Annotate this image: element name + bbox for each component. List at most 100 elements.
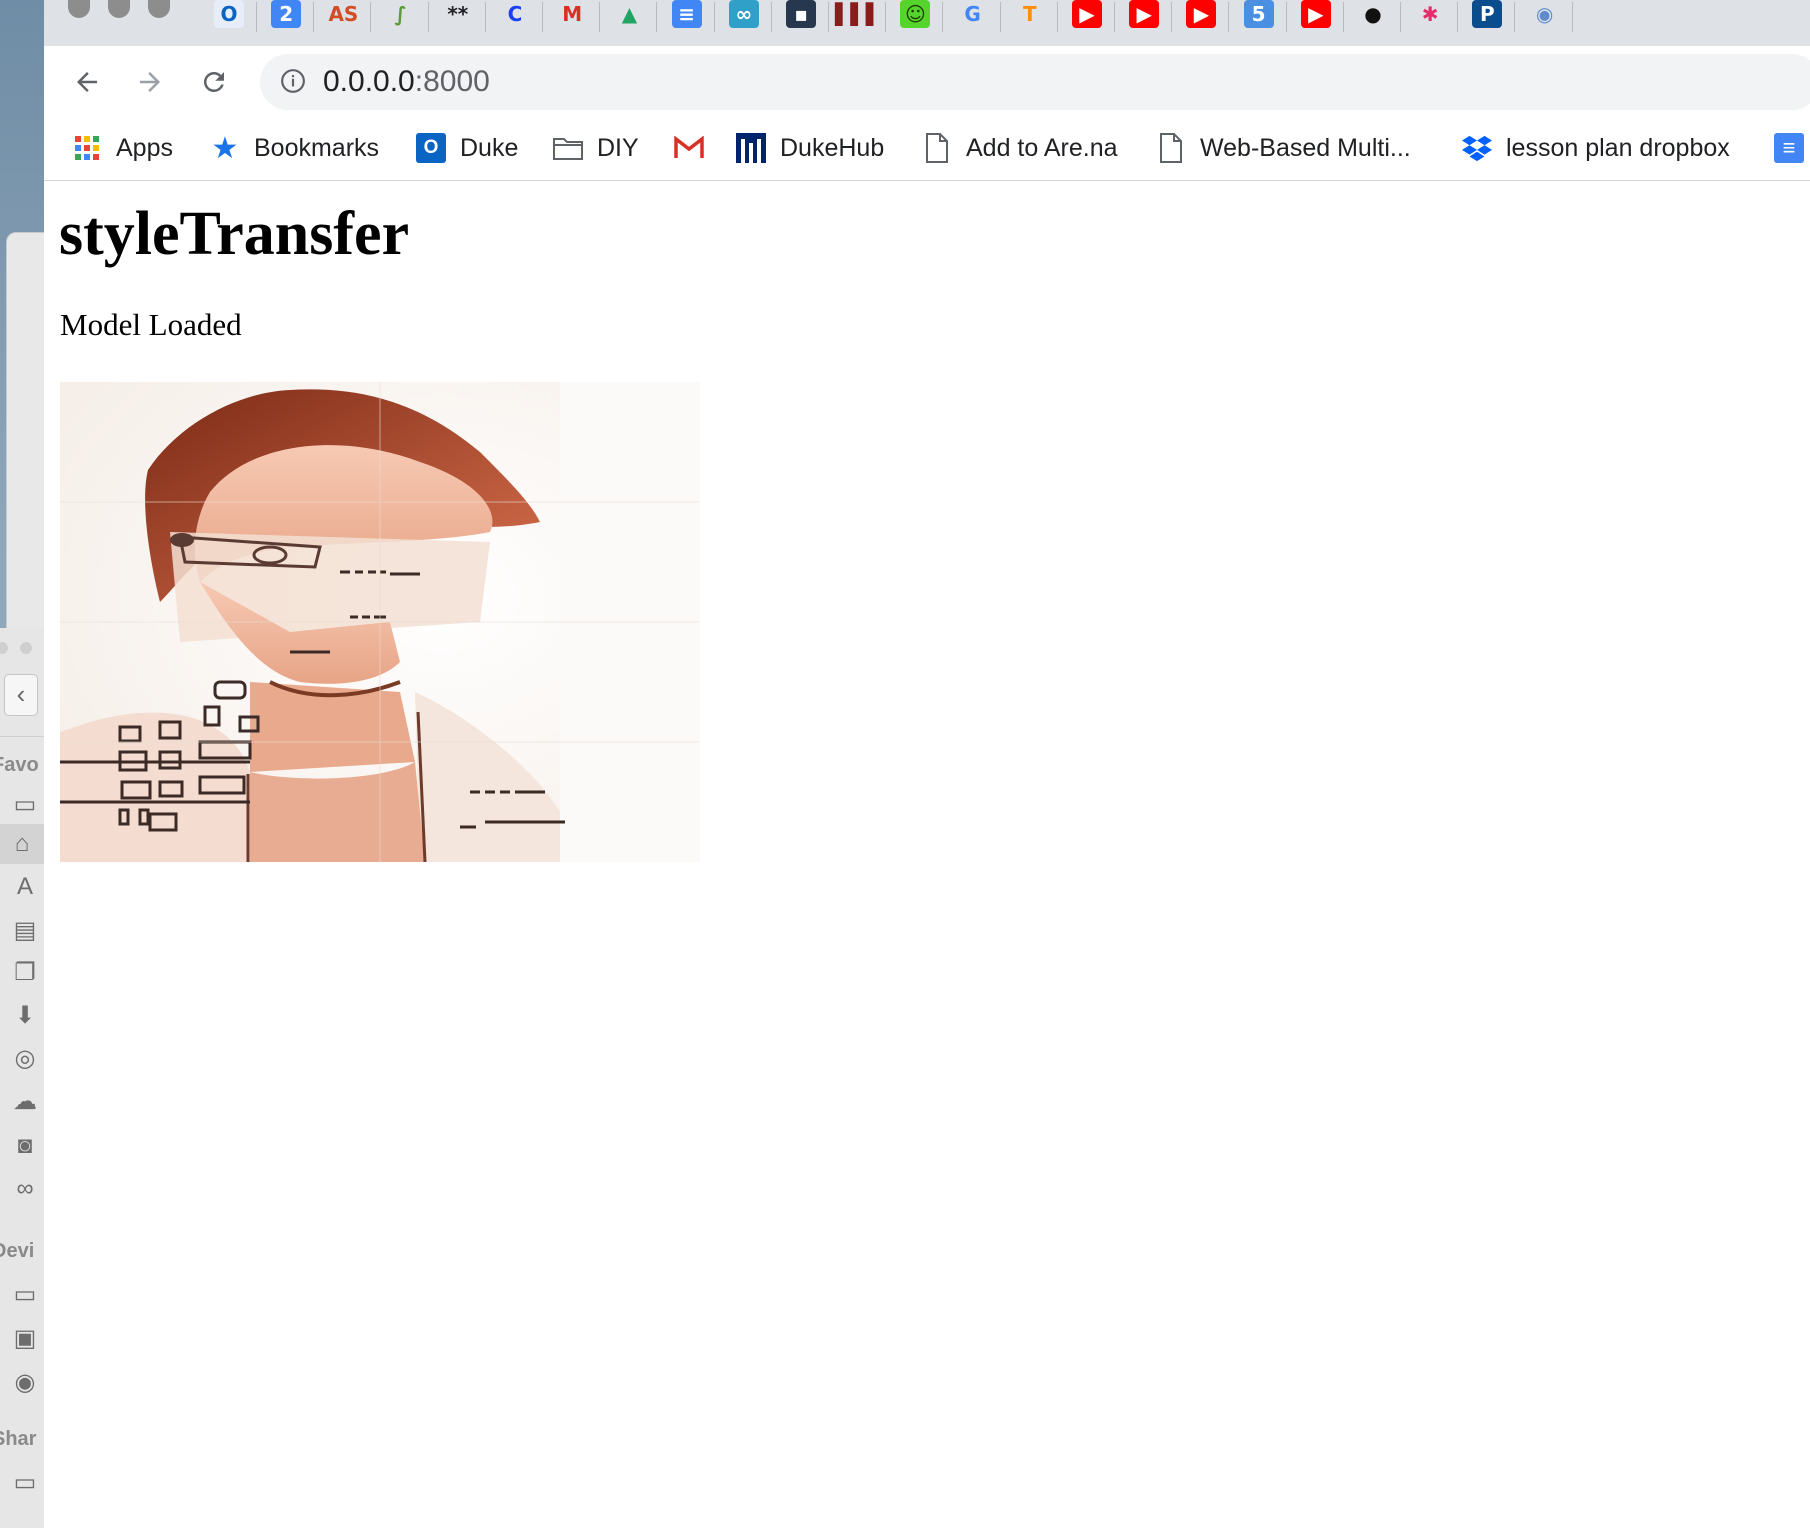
- youtube-icon[interactable]: ▶: [1300, 0, 1331, 28]
- data-science-icon[interactable]: ▪: [786, 0, 816, 28]
- finder-section-devices: Devi: [0, 1240, 35, 1262]
- finder-close-button[interactable]: [0, 642, 8, 654]
- tab-separator: [1056, 2, 1058, 32]
- finder-camera-icon[interactable]: ◙: [10, 1131, 40, 1161]
- model-status-text: Model Loaded: [60, 307, 242, 342]
- tab-separator: [1228, 2, 1230, 32]
- finder-files-icon[interactable]: ❐: [10, 958, 40, 988]
- browser-window: O 2 AS ∫ ** C M ▲ ≡ ∞ ▪ ▌▌▌ ☺ G T ▶ ▶ ▶ 5 ▶ ● ✱ P ◉ 0.0.0.0:800…: [44, 0, 1810, 1528]
- drive-icon[interactable]: ▲: [614, 0, 644, 28]
- bookmark-label: DukeHub: [780, 133, 885, 162]
- youtube-icon[interactable]: ▶: [1186, 0, 1217, 28]
- finder-downloads-icon[interactable]: ⬇: [10, 1001, 40, 1031]
- tab-separator: [599, 2, 601, 32]
- bookmarks-bar: Apps ★ Bookmarks O Duke DIY DukeHub Add …: [44, 116, 1810, 181]
- outlook-icon: O: [416, 133, 446, 163]
- globe-icon[interactable]: ◉: [1530, 0, 1560, 28]
- finder-disc-icon[interactable]: ◉: [10, 1368, 40, 1398]
- site-info-icon[interactable]: [280, 68, 306, 94]
- bookmark-label: DIY: [597, 133, 639, 162]
- finder-monitor-icon[interactable]: ▭: [10, 1468, 40, 1498]
- window-close-button[interactable]: [68, 0, 90, 18]
- asap-icon[interactable]: AS: [328, 0, 358, 28]
- bookmark-dukehub[interactable]: DukeHub: [736, 128, 884, 168]
- apps-grid-icon: [72, 133, 102, 163]
- tab-separator: [999, 2, 1001, 32]
- folder-icon: [553, 133, 583, 163]
- finder-applications-icon[interactable]: A: [10, 872, 40, 902]
- google-icon[interactable]: G: [958, 0, 988, 28]
- address-bar[interactable]: 0.0.0.0:8000: [260, 54, 1810, 110]
- star-icon: ★: [211, 130, 239, 166]
- finder-documents-icon[interactable]: ▤: [10, 916, 40, 946]
- asterisk-icon[interactable]: ✱: [1415, 0, 1445, 28]
- tab-separator: [1342, 2, 1344, 32]
- bookmark-duke[interactable]: O Duke: [416, 128, 518, 168]
- bookmark-label: Apps: [116, 133, 173, 162]
- tab-separator: [713, 2, 715, 32]
- feather-icon[interactable]: ∫: [386, 0, 416, 28]
- youtube-icon[interactable]: ▶: [1129, 0, 1160, 28]
- finder-laptop-icon[interactable]: ▭: [10, 1280, 40, 1310]
- window-minimize-button[interactable]: [108, 0, 130, 18]
- finder-drive-icon[interactable]: ▣: [10, 1324, 40, 1354]
- url-text[interactable]: 0.0.0.0:8000: [323, 64, 490, 100]
- tensorflow-icon[interactable]: T: [1015, 0, 1045, 28]
- finder-icloud-icon[interactable]: ☁: [10, 1087, 40, 1117]
- finder-creative-cloud-icon[interactable]: ∞: [10, 1174, 40, 1204]
- reload-icon: [203, 71, 224, 92]
- gmail-icon[interactable]: M: [557, 0, 587, 28]
- bookmark-gmail[interactable]: [674, 128, 718, 168]
- tab-separator: [885, 2, 887, 32]
- reload-button[interactable]: [192, 60, 236, 104]
- bookmark-bookmarks[interactable]: ★ Bookmarks: [210, 128, 380, 168]
- bookmark-diy[interactable]: DIY: [553, 128, 639, 168]
- asterisks-icon[interactable]: **: [443, 0, 473, 28]
- tab-separator: [484, 2, 486, 32]
- bookmark-lesson-plan-dropbox[interactable]: lesson plan dropbox: [1462, 128, 1730, 168]
- bookmark-label: Bookmarks: [254, 133, 380, 162]
- c-logo-icon[interactable]: C: [500, 0, 530, 28]
- github-icon[interactable]: ●: [1358, 0, 1388, 28]
- finder-recents-icon[interactable]: ▭: [10, 790, 40, 820]
- calendar-icon[interactable]: 2: [271, 0, 302, 28]
- forward-button[interactable]: [128, 60, 172, 104]
- finder-window-sliver: ‹ Favo ▭ ⌂ A ▤ ❐ ⬇ ◎ ☁ ◙ ∞ Devi ▭ ▣ ◉ Sh…: [0, 628, 45, 1528]
- bookmark-add-to-arena[interactable]: Add to Are.na: [922, 128, 1118, 168]
- tab-separator: [1171, 2, 1173, 32]
- docs-icon: ≡: [1774, 133, 1804, 163]
- youtube-icon[interactable]: ▶: [1072, 0, 1102, 28]
- tab-separator: [1457, 2, 1459, 32]
- window-zoom-button[interactable]: [148, 0, 170, 18]
- style-transfer-output-image: [60, 382, 700, 862]
- tab-separator: [370, 2, 372, 32]
- tab-separator: [770, 2, 772, 32]
- dukehub-icon: [736, 133, 766, 163]
- finder-section-favorites: Favo: [0, 754, 39, 776]
- finder-minimize-button[interactable]: [20, 642, 32, 654]
- page-icon: [922, 133, 952, 163]
- outlook-icon[interactable]: O: [214, 0, 244, 28]
- back-button[interactable]: [65, 60, 109, 104]
- tab-separator: [1400, 2, 1401, 32]
- p-logo-icon[interactable]: P: [1472, 0, 1503, 28]
- bookmark-web-based-multi[interactable]: Web-Based Multi...: [1156, 128, 1411, 168]
- bookmark-label: Duke: [460, 133, 519, 162]
- finder-back-button[interactable]: ‹: [4, 674, 38, 716]
- duke-bars-icon[interactable]: ▌▌▌: [835, 0, 881, 28]
- url-host: 0.0.0.0: [323, 65, 415, 98]
- finder-divider: [0, 736, 44, 737]
- five-icon[interactable]: 5: [1243, 0, 1274, 28]
- tab-strip: O 2 AS ∫ ** C M ▲ ≡ ∞ ▪ ▌▌▌ ☺ G T ▶ ▶ ▶ 5 ▶ ● ✱ P ◉: [44, 0, 1810, 46]
- finder-airdrop-icon[interactable]: ◎: [10, 1044, 40, 1074]
- bookmark-label: Web-Based Multi...: [1200, 133, 1411, 162]
- finder-home-icon[interactable]: ⌂: [0, 824, 44, 864]
- bookmark-apps[interactable]: Apps: [72, 128, 173, 168]
- infinity-icon[interactable]: ∞: [728, 0, 759, 28]
- bookmark-label: lesson plan dropbox: [1506, 133, 1730, 162]
- back-arrow-icon: [77, 72, 97, 92]
- tab-separator: [542, 2, 543, 32]
- smiley-icon[interactable]: ☺: [900, 0, 931, 28]
- docs-icon[interactable]: ≡: [671, 0, 702, 28]
- bookmark-docs-overflow[interactable]: ≡: [1774, 128, 1810, 168]
